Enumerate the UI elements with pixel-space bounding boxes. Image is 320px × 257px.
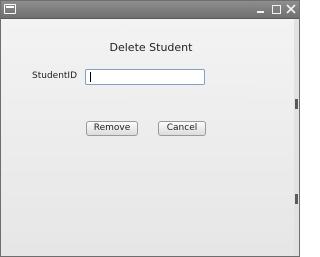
maximize-button[interactable] bbox=[269, 2, 283, 16]
title-bar[interactable] bbox=[1, 1, 299, 19]
minimize-button[interactable] bbox=[254, 2, 268, 16]
window-right-edge bbox=[294, 19, 299, 256]
student-id-input[interactable] bbox=[85, 69, 205, 85]
minimize-icon bbox=[257, 11, 264, 13]
delete-student-window: Delete Student StudentID Remove Cancel bbox=[0, 0, 300, 257]
window-icon bbox=[4, 4, 16, 14]
edge-marker bbox=[295, 194, 298, 204]
dialog-content bbox=[1, 19, 299, 256]
maximize-icon bbox=[272, 5, 281, 14]
cancel-button[interactable]: Cancel bbox=[158, 121, 206, 136]
dialog-heading: Delete Student bbox=[109, 41, 193, 54]
text-caret bbox=[90, 72, 91, 82]
remove-button[interactable]: Remove bbox=[86, 121, 138, 136]
edge-marker bbox=[295, 99, 298, 109]
close-icon bbox=[286, 4, 296, 14]
student-id-label: StudentID bbox=[32, 71, 78, 81]
close-button[interactable] bbox=[284, 2, 298, 16]
